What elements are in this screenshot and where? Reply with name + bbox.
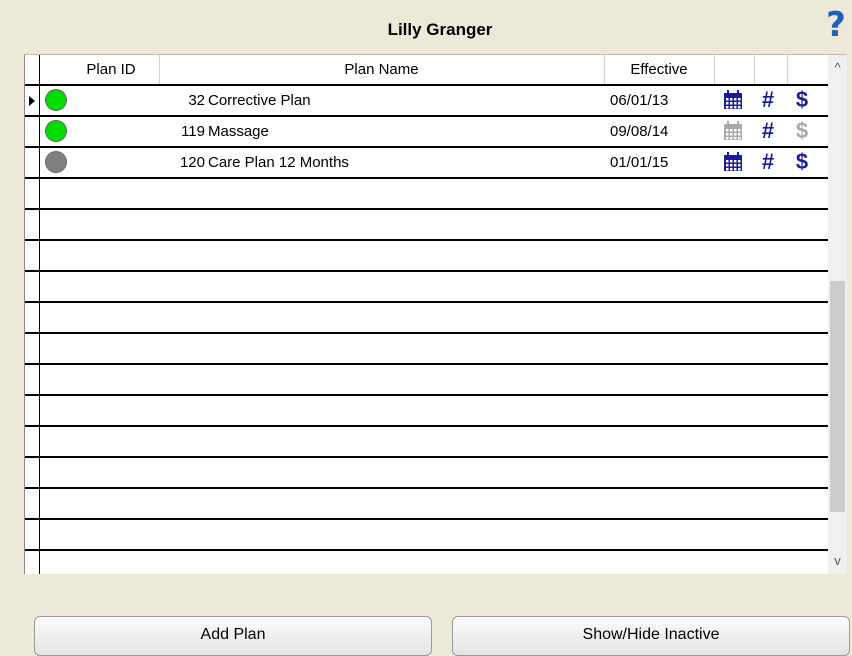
chevron-up-icon[interactable]: ^ [828, 58, 847, 78]
empty-row [25, 210, 829, 241]
col-divider [714, 55, 715, 84]
empty-row [25, 551, 829, 574]
calendar-icon[interactable] [723, 90, 743, 112]
empty-row [25, 241, 829, 272]
help-icon[interactable]: ? [823, 6, 849, 44]
cell-plan-name: Massage [208, 123, 269, 140]
row-pointer-icon [29, 96, 35, 106]
status-indicator-icon [45, 89, 67, 111]
hash-icon[interactable]: # [757, 151, 779, 173]
cell-plan-name: Care Plan 12 Months [208, 154, 349, 171]
vertical-scrollbar[interactable]: ^ v [828, 55, 847, 574]
patient-name-title: Lilly Granger [387, 20, 493, 39]
status-indicator-icon [45, 120, 67, 142]
show-hide-inactive-button[interactable]: Show/Hide Inactive [452, 616, 850, 656]
cell-plan-id: 120 [179, 154, 205, 171]
grid-header: Plan ID Plan Name Effective [25, 55, 829, 86]
table-row[interactable]: 32 Corrective Plan 06/01/13 # $ [25, 86, 829, 117]
dollar-icon[interactable]: $ [793, 89, 811, 111]
col-header-plan-id[interactable]: Plan ID [63, 55, 159, 84]
add-plan-button[interactable]: Add Plan [34, 616, 432, 656]
cell-plan-name: Corrective Plan [208, 92, 311, 109]
cell-plan-id: 32 [188, 92, 205, 109]
empty-row [25, 303, 829, 334]
empty-row [25, 365, 829, 396]
hash-icon[interactable]: # [757, 120, 779, 142]
chevron-down-icon[interactable]: v [828, 551, 847, 571]
table-row[interactable]: 119 Massage 09/08/14 # $ [25, 117, 829, 148]
status-indicator-icon [45, 151, 67, 173]
empty-row [25, 396, 829, 427]
cell-effective: 06/01/13 [610, 92, 669, 109]
dollar-icon[interactable]: $ [793, 120, 811, 142]
col-divider [787, 55, 788, 84]
plans-grid: Plan ID Plan Name Effective 32 Corrective… [24, 54, 847, 574]
empty-row [25, 520, 829, 551]
dollar-icon[interactable]: $ [793, 151, 811, 173]
empty-row [25, 489, 829, 520]
cell-plan-id: 119 [181, 123, 205, 140]
empty-row [25, 272, 829, 303]
scrollbar-thumb[interactable] [830, 281, 845, 512]
calendar-icon[interactable] [723, 152, 743, 174]
grid-rows: 32 Corrective Plan 06/01/13 # $119 Massage 09/… [25, 86, 829, 574]
col-header-effective[interactable]: Effective [604, 55, 714, 84]
calendar-icon[interactable] [723, 121, 743, 143]
table-row[interactable]: 120 Care Plan 12 Months 01/01/15 # $ [25, 148, 829, 179]
empty-row [25, 334, 829, 365]
empty-row [25, 427, 829, 458]
cell-effective: 09/08/14 [610, 123, 669, 140]
empty-row [25, 458, 829, 489]
cell-effective: 01/01/15 [610, 154, 669, 171]
empty-row [25, 179, 829, 210]
col-header-plan-name[interactable]: Plan Name [159, 55, 604, 84]
col-divider [754, 55, 755, 84]
hash-icon[interactable]: # [757, 89, 779, 111]
